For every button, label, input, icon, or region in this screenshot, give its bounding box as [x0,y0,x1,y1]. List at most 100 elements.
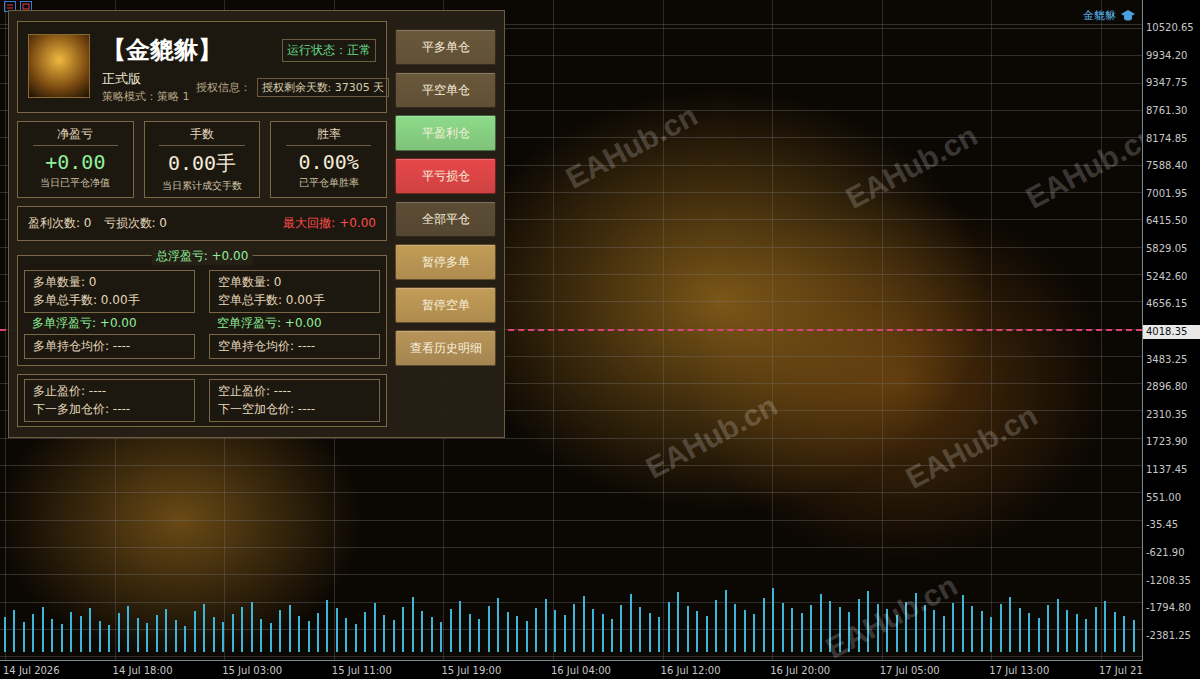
price-tick: 5829.05 [1143,242,1200,256]
volume-bar [421,611,423,652]
volume-bar [32,614,34,652]
time-tick: 15 Jul 19:00 [441,665,551,676]
stat-label: 手数 [159,126,244,146]
volume-bar [1114,612,1116,652]
volume-bar [915,593,917,652]
stat-caption: 当日累计成交手数 [162,179,242,193]
volume-bar [896,615,898,652]
time-tick: 17 Jul 05:00 [880,665,990,676]
time-tick: 14 Jul 2026 [3,665,113,676]
volume-bar [13,610,15,652]
volume-bar [213,617,215,652]
price-tick: 7588.40 [1143,159,1200,173]
stat-caption: 当日已平仓净值 [40,176,110,190]
action-button[interactable]: 查看历史明细 [395,330,496,366]
volume-bar [497,598,499,652]
action-button[interactable]: 平亏损仓 [395,158,496,194]
total-lots: 多单总手数: 0.00手 [33,292,186,309]
stat-caption: 已平仓单胜率 [299,176,359,190]
ea-panel: 【金貔貅】运行状态：正常正式版策略模式：策略 1授权信息：授权剩余天数: 373… [8,10,505,438]
volume-bar [772,588,774,652]
volume-bar [1019,608,1021,652]
volume-bar [488,606,490,652]
price-tick: 2896.80 [1143,380,1200,394]
volume-bar [336,608,338,652]
volume-bar [42,607,44,652]
trading-terminal: EAHub.cnEAHub.cnEAHub.cnEAHub.cnEAHub.cn… [0,0,1200,679]
volume-bar [383,615,385,652]
volume-bar [696,611,698,652]
volume-bar [886,609,888,652]
price-tick: -2381.25 [1143,629,1200,643]
action-button[interactable]: 全部平仓 [395,201,496,237]
action-button[interactable]: 平盈利仓 [395,115,496,151]
volume-bar [867,591,869,652]
volume-bar [734,604,736,652]
volume-bar [450,609,452,652]
volume-bar [990,617,992,652]
price-tick: 9934.20 [1143,49,1200,63]
side-column: 多单数量: 0多单总手数: 0.00手多单浮盈亏: +0.00多单持仓均价: -… [24,270,195,359]
price-tick: 7001.95 [1143,187,1200,201]
volume-bar [573,604,575,652]
volume-bar [592,609,594,652]
volume-bar [933,610,935,652]
stat-label: 胜率 [286,126,371,146]
watermark: EAHub.cn [820,568,963,661]
side-column: 空单数量: 0空单总手数: 0.00手空单浮盈亏: +0.00空单持仓均价: -… [209,270,380,359]
panel-title: 【金貔貅】 [102,34,222,66]
volume-bar [89,608,91,652]
volume-bar [801,613,803,652]
price-tick: 6415.50 [1143,214,1200,228]
volume-bar [620,605,622,652]
volume-bar [677,592,679,652]
price-chart[interactable]: EAHub.cnEAHub.cnEAHub.cnEAHub.cnEAHub.cn… [0,0,1143,661]
action-button[interactable]: 暂停多单 [395,244,496,280]
volume-bar [753,614,755,652]
volume-bar [478,619,480,652]
time-tick: 15 Jul 03:00 [222,665,332,676]
volume-bar [61,624,63,652]
watermark: EAHub.cn [560,98,703,195]
run-status: 运行状态：正常 [282,39,376,62]
volume-bar [526,621,528,652]
action-button[interactable]: 暂停空单 [395,287,496,323]
action-button[interactable]: 平多单仓 [395,29,496,65]
volume-bar [251,602,253,652]
floating-section: 总浮盈亏: +0.00多单数量: 0多单总手数: 0.00手多单浮盈亏: +0.… [17,255,387,366]
volume-bar [535,608,537,652]
volume-bar [687,606,689,652]
edition: 正式版 [102,70,190,88]
volume-bar [1104,601,1106,652]
volume-bar [80,616,82,652]
action-button[interactable]: 平空单仓 [395,72,496,108]
time-axis: 14 Jul 202614 Jul 18:0015 Jul 03:0015 Ju… [0,661,1143,679]
volume-bar [440,622,442,652]
price-tick: 4018.35 [1143,325,1200,339]
price-tick: 1723.90 [1143,435,1200,449]
volume-bar [507,612,509,652]
side-floating: 空单浮盈亏: +0.00 [209,315,380,332]
volume-bar [326,600,328,652]
order-count: 空单数量: 0 [218,274,371,291]
volume-bar [270,623,272,652]
counts-row: 盈利次数: 0亏损次数: 0最大回撤: +0.00 [17,206,387,241]
next-add-price: 下一多加仓价: ---- [33,401,186,418]
total-lots: 空单总手数: 0.00手 [218,292,371,309]
volume-bar [431,617,433,652]
watermark: EAHub.cn [1020,118,1143,215]
volume-bar [203,604,205,652]
expert-name: 金貔貅 [1083,8,1116,23]
win-count: 盈利次数: 0 [28,215,92,232]
price-tick: 9347.75 [1143,76,1200,90]
volume-bar [1057,599,1059,652]
volume-bar [1000,604,1002,652]
next-add-price: 下一空加仓价: ---- [218,401,371,418]
volume-bar [981,611,983,652]
strategy-mode: 策略模式：策略 1 [102,89,190,104]
time-tick: 16 Jul 04:00 [551,665,661,676]
volume-bar [241,607,243,652]
volume-bar [744,610,746,652]
volume-bar [1009,597,1011,652]
price-tick: 8761.30 [1143,104,1200,118]
